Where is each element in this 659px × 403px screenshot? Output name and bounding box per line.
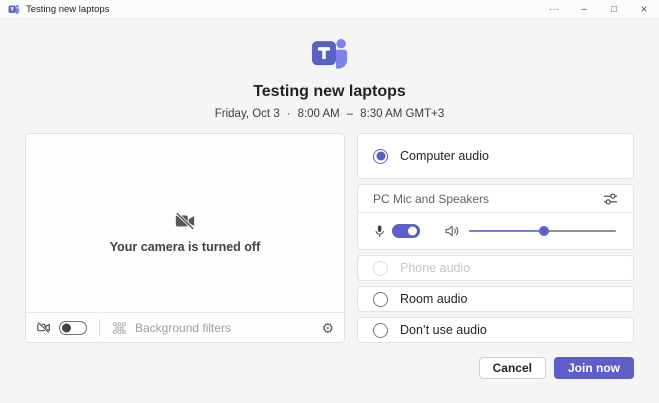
option-computer-audio[interactable]: Computer audio — [357, 133, 634, 179]
camera-off-icon — [174, 210, 196, 232]
speaker-icon — [444, 224, 459, 238]
device-settings-box: PC Mic and Speakers — [357, 184, 634, 250]
volume-slider-thumb[interactable] — [538, 226, 549, 236]
meeting-schedule: Friday, Oct 3 · 8:00 AM –8:30 AM GMT+3 — [25, 108, 634, 120]
meeting-date: Friday, Oct 3 — [214, 108, 280, 120]
more-options-button[interactable]: ··· — [539, 0, 569, 18]
teams-logo — [25, 36, 634, 72]
settings-gear-icon[interactable]: ⚙ — [321, 321, 334, 335]
meeting-start-time: 8:00 AM — [297, 108, 340, 120]
volume-slider-fill — [469, 230, 544, 232]
device-controls-row — [358, 213, 633, 249]
window-controls: ··· – □ × — [539, 0, 659, 18]
audio-options-panel: Computer audio PC Mic and Speakers Phone… — [357, 133, 634, 343]
camera-off-state: Your camera is turned off — [26, 134, 344, 312]
mic-icon — [373, 224, 386, 239]
mic-toggle[interactable] — [392, 224, 420, 238]
schedule-dot: · — [286, 108, 291, 120]
background-filters-label[interactable]: Background filters — [135, 321, 231, 335]
camera-off-icon-small — [36, 320, 51, 335]
schedule-dash: – — [346, 108, 354, 120]
cancel-button[interactable]: Cancel — [478, 357, 546, 379]
audio-device-name[interactable]: PC Mic and Speakers — [373, 192, 603, 206]
device-header-row: PC Mic and Speakers — [358, 185, 633, 213]
radio-computer-audio[interactable] — [373, 148, 388, 164]
option-phone-audio: Phone audio — [357, 255, 634, 281]
mic-toggle-knob — [408, 226, 417, 236]
content-row: Your camera is turned off Background fil… — [25, 133, 634, 343]
maximize-button[interactable]: □ — [599, 0, 629, 18]
close-button[interactable]: × — [629, 0, 659, 18]
divider — [99, 318, 100, 337]
option-label-dont-use-audio: Don’t use audio — [400, 323, 487, 337]
radio-room-audio[interactable] — [373, 291, 388, 307]
option-label-room-audio: Room audio — [400, 292, 468, 306]
camera-status-text: Your camera is turned off — [109, 240, 261, 254]
volume-slider[interactable] — [469, 224, 616, 238]
radio-dont-use-audio[interactable] — [373, 322, 388, 338]
teams-pre-join-window: Testing new laptops ··· – □ × Testing ne… — [0, 0, 659, 403]
camera-toggle-knob — [62, 323, 71, 332]
join-now-button[interactable]: Join now — [554, 357, 634, 379]
titlebar: Testing new laptops ··· – □ × — [0, 0, 659, 19]
background-filters-icon — [112, 321, 127, 334]
custom-audio-setup-icon[interactable] — [603, 192, 618, 206]
pre-join-main: Testing new laptops Friday, Oct 3 · 8:00 A… — [0, 36, 659, 403]
option-label-phone-audio: Phone audio — [400, 261, 471, 275]
radio-phone-audio — [373, 260, 388, 276]
action-buttons-row: Cancel Join now — [25, 357, 634, 379]
meeting-title: Testing new laptops — [253, 83, 406, 100]
meeting-end-time: 8:30 AM GMT+3 — [360, 108, 445, 120]
window-title: Testing new laptops — [26, 3, 110, 15]
option-label-computer-audio: Computer audio — [400, 149, 489, 163]
camera-controls-bar: Background filters ⚙ — [26, 312, 344, 342]
option-room-audio[interactable]: Room audio — [357, 286, 634, 312]
teams-logo-icon — [8, 4, 20, 15]
camera-preview-panel: Your camera is turned off Background fil… — [25, 133, 345, 343]
option-dont-use-audio[interactable]: Don’t use audio — [357, 317, 634, 343]
camera-toggle[interactable] — [59, 320, 87, 335]
minimize-button[interactable]: – — [569, 0, 599, 18]
